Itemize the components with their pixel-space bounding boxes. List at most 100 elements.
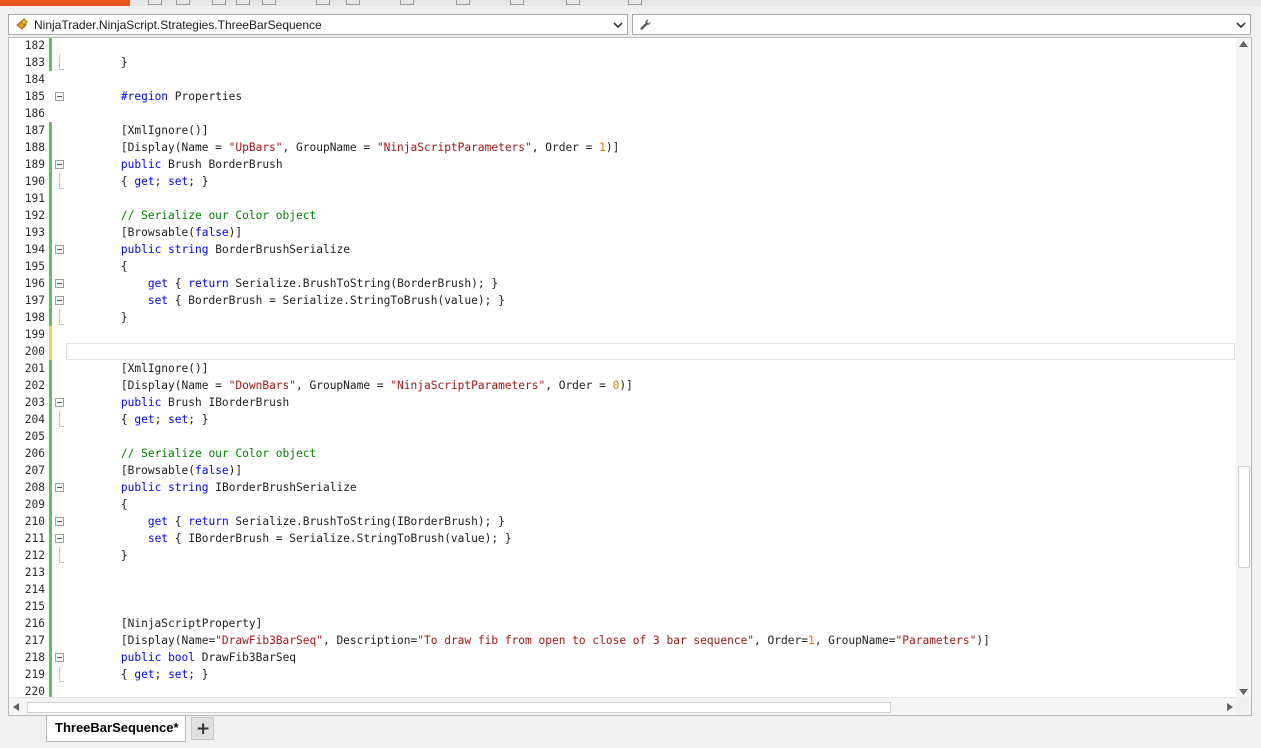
code-line[interactable]: 217 [Display(Name="DrawFib3BarSeq", Desc… [9, 632, 1237, 649]
saved-change-marker [49, 292, 52, 309]
toolbar-icon[interactable] [148, 0, 162, 5]
toolbar-icon[interactable] [456, 0, 470, 5]
code-line[interactable]: 197 set { BorderBrush = Serialize.String… [9, 292, 1237, 309]
toolbar-icon[interactable] [316, 0, 330, 5]
collapse-icon[interactable] [55, 534, 64, 543]
scroll-down-arrow-icon[interactable] [1239, 689, 1248, 695]
code-token: { BorderBrush = Serialize.StringToBrush(… [168, 294, 505, 307]
code-editor[interactable]: 182 183 } 184 185 #region Properties 186 187 … [8, 37, 1252, 716]
collapse-icon[interactable] [55, 517, 64, 526]
code-line[interactable]: 193 [Browsable(false)] [9, 224, 1237, 241]
toolbar-icon[interactable] [400, 0, 414, 5]
class-selector-dropdown[interactable]: NinjaTrader.NinjaScript.Strategies.Three… [8, 14, 628, 35]
toolbar-icon[interactable] [262, 0, 276, 5]
code-line[interactable]: 188 [Display(Name = "UpBars", GroupName … [9, 139, 1237, 156]
code-line[interactable]: 206 // Serialize our Color object [9, 445, 1237, 462]
vertical-scroll-thumb[interactable] [1238, 466, 1250, 568]
vertical-scrollbar[interactable] [1236, 38, 1251, 698]
saved-change-marker [49, 530, 52, 547]
member-selector-dropdown[interactable] [632, 14, 1251, 35]
scroll-left-arrow-icon[interactable] [13, 703, 19, 711]
code-line[interactable]: 201 [XmlIgnore()] [9, 360, 1237, 377]
code-line[interactable]: 187 [XmlIgnore()] [9, 122, 1237, 139]
line-number: 194 [24, 243, 45, 256]
code-line[interactable]: 214 [9, 581, 1237, 598]
code-line[interactable]: 198 } [9, 309, 1237, 326]
horizontal-scroll-thumb[interactable] [27, 702, 891, 713]
code-line[interactable]: 215 [9, 598, 1237, 615]
collapse-icon[interactable] [55, 398, 64, 407]
scroll-right-arrow-icon[interactable] [1227, 703, 1233, 711]
code-token: { [67, 260, 128, 273]
code-token: false [194, 464, 229, 477]
saved-change-marker [49, 38, 52, 54]
code-line[interactable]: 190 { get; set; } [9, 173, 1237, 190]
code-line[interactable]: 183 } [9, 54, 1237, 71]
collapse-icon[interactable] [55, 160, 64, 169]
code-token: { [168, 515, 189, 528]
unsaved-change-marker [49, 343, 52, 360]
code-token: public [120, 651, 162, 664]
toolbar-icon[interactable] [628, 0, 642, 5]
chevron-down-icon[interactable] [1235, 19, 1247, 31]
code-line[interactable]: 207 [Browsable(false)] [9, 462, 1237, 479]
collapse-icon[interactable] [55, 279, 64, 288]
code-line[interactable]: 211 set { IBorderBrush = Serialize.Strin… [9, 530, 1237, 547]
horizontal-scrollbar[interactable] [9, 697, 1237, 715]
code-text: } [67, 547, 128, 564]
code-line[interactable]: 213 [9, 564, 1237, 581]
code-line[interactable]: 195 { [9, 258, 1237, 275]
code-line[interactable]: 189 public Brush BorderBrush [9, 156, 1237, 173]
chevron-down-icon[interactable] [612, 19, 624, 31]
active-window-tab[interactable] [0, 0, 130, 6]
code-line[interactable]: 196 get { return Serialize.BrushToString… [9, 275, 1237, 292]
code-line[interactable]: 203 public Brush IBorderBrush [9, 394, 1237, 411]
collapse-icon[interactable] [55, 296, 64, 305]
code-line[interactable]: 212 } [9, 547, 1237, 564]
code-line[interactable]: 219 { get; set; } [9, 666, 1237, 683]
code-line[interactable]: 209 { [9, 496, 1237, 513]
tab-threebarsequence[interactable]: ThreeBarSequence* [46, 716, 186, 742]
code-line[interactable]: 186 [9, 105, 1237, 122]
toolbar-icon[interactable] [176, 0, 190, 5]
code-line[interactable]: 202 [Display(Name = "DownBars", GroupNam… [9, 377, 1237, 394]
toolbar-icon[interactable] [212, 0, 226, 5]
code-line[interactable]: 191 [9, 190, 1237, 207]
code-line[interactable]: 200 [9, 343, 1237, 360]
code-line[interactable]: 210 get { return Serialize.BrushToString… [9, 513, 1237, 530]
code-line[interactable]: 205 [9, 428, 1237, 445]
code-line[interactable]: 208 public string IBorderBrushSerialize [9, 479, 1237, 496]
fold-guide [59, 173, 60, 189]
code-token: { [67, 498, 128, 511]
code-line[interactable]: 194 public string BorderBrushSerialize [9, 241, 1237, 258]
code-token: set [168, 668, 189, 681]
code-line[interactable]: 184 [9, 71, 1237, 88]
code-line[interactable]: 192 // Serialize our Color object [9, 207, 1237, 224]
code-line[interactable]: 182 [9, 38, 1237, 54]
scroll-up-arrow-icon[interactable] [1239, 41, 1248, 47]
code-token: } [67, 549, 128, 562]
line-number: 197 [24, 294, 45, 307]
collapse-icon[interactable] [55, 92, 64, 101]
code-line[interactable]: 199 [9, 326, 1237, 343]
toolbar-icon[interactable] [510, 0, 524, 5]
code-token: Brush BorderBrush [161, 158, 283, 171]
code-line[interactable]: 185 #region Properties [9, 88, 1237, 105]
collapse-icon[interactable] [55, 245, 64, 254]
code-line[interactable]: 218 public bool DrawFib3BarSeq [9, 649, 1237, 666]
code-line[interactable]: 220 [9, 683, 1237, 698]
toolbar-icon[interactable] [236, 0, 250, 5]
line-number: 188 [24, 141, 45, 154]
collapse-icon[interactable] [55, 483, 64, 492]
line-number: 199 [24, 328, 45, 341]
toolbar-icon[interactable] [566, 0, 580, 5]
collapse-icon[interactable] [55, 653, 64, 662]
toolbar-icon[interactable] [346, 0, 360, 5]
saved-change-marker [49, 394, 52, 411]
code-line[interactable]: 204 { get; set; } [9, 411, 1237, 428]
add-tab-button[interactable]: + [191, 717, 214, 740]
code-line[interactable]: 216 [NinjaScriptProperty] [9, 615, 1237, 632]
code-lines[interactable]: 182 183 } 184 185 #region Properties 186 187 … [9, 38, 1237, 698]
code-text: [Browsable(false)] [67, 462, 242, 479]
